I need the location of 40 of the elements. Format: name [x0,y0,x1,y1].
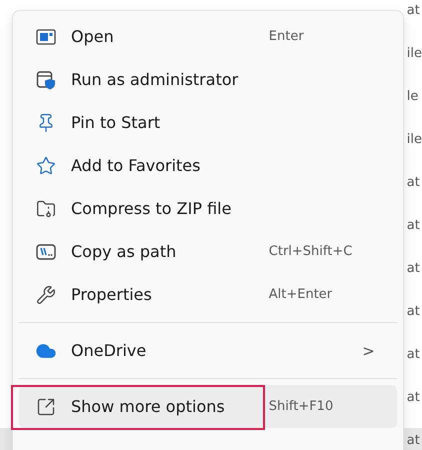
menu-item[interactable]: Properties Alt+Enter [19,273,397,316]
wrench-icon [36,284,56,304]
menu-item-label: Open [71,27,114,46]
menu-item-label: Show more options [71,397,225,416]
star-icon [36,156,56,176]
background-text: ile [406,131,422,149]
menu-item[interactable]: Open Enter [19,15,397,58]
expand-icon [36,396,56,416]
background-text: ile [406,45,422,63]
zip-folder-icon [36,198,56,218]
background-text: at [406,174,421,192]
menu-item-label: Pin to Start [71,113,160,132]
shortcut-text: Ctrl+Shift+C [268,244,354,259]
menu-item[interactable]: Add to Favorites [19,144,397,187]
menu-item-label: Compress to ZIP file [71,199,232,218]
shortcut-text: Enter [268,29,305,44]
path-icon [36,242,56,260]
menu-item-label: Run as administrator [71,70,238,89]
window-shield-icon [36,70,56,90]
background-text: at [406,260,421,278]
menu-item-label: Properties [71,285,152,304]
menu-item-label: OneDrive [71,341,146,360]
menu-item[interactable]: Copy as path Ctrl+Shift+C [19,230,397,273]
background-text: at [406,432,421,450]
background-text: at [406,303,421,321]
menu-item[interactable]: Run as administrator [19,58,397,101]
shortcut-text: Alt+Enter [268,287,334,302]
background-text: at [406,217,421,235]
background-text: at [406,389,421,407]
background-text: at [406,2,421,20]
window-icon [36,28,56,44]
submenu-arrow: > [362,342,375,360]
menu-item-label: Copy as path [71,242,176,261]
menu-item[interactable]: OneDrive > [19,329,397,372]
shortcut-text: Shift+F10 [268,399,334,414]
background-text: le [406,88,420,106]
menu-item-label: Add to Favorites [71,156,200,175]
background-text: at [406,346,421,364]
menu-item[interactable]: Pin to Start [19,101,397,144]
menu-item[interactable]: Compress to ZIP file [19,187,397,230]
